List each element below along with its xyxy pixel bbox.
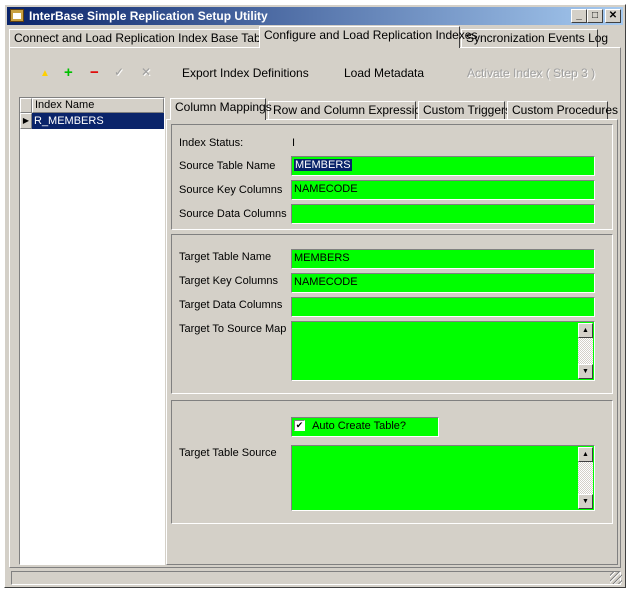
title-bar[interactable]: InterBase Simple Replication Setup Utili… <box>7 7 623 25</box>
minimize-button[interactable]: _ <box>571 9 587 23</box>
auto-create-table-checkbox[interactable]: ✔ Auto Create Table? <box>291 417 439 437</box>
target-data-columns-field[interactable] <box>291 297 595 317</box>
load-metadata-button[interactable]: Load Metadata <box>344 66 424 80</box>
target-key-columns-label: Target Key Columns <box>179 275 279 287</box>
app-icon <box>10 9 24 22</box>
target-data-columns-label: Target Data Columns <box>179 299 283 311</box>
tab-sync-events-log[interactable]: Syncronization Events Log <box>461 29 608 48</box>
index-status-label: Index Status: <box>179 137 244 149</box>
target-to-source-map-field[interactable]: ▲ ▼ <box>291 321 595 381</box>
index-name-header[interactable]: Index Name <box>32 98 164 113</box>
remove-icon[interactable]: − <box>90 64 99 81</box>
source-data-columns-field[interactable] <box>291 204 595 224</box>
configure-tab-page: ▲ + − ✓ ✕ Export Index Definitions Load … <box>9 47 621 568</box>
source-group: Index Status: I Source Table Name MEMBER… <box>171 124 613 230</box>
target-group: Target Table Name MEMBERS Target Key Col… <box>171 234 613 394</box>
auto-create-table-label: Auto Create Table? <box>312 420 407 432</box>
close-button[interactable]: ✕ <box>605 9 621 23</box>
tab-row-column-expressions[interactable]: Row and Column Expressions <box>268 101 434 120</box>
window-title: InterBase Simple Replication Setup Utili… <box>29 9 268 23</box>
resize-grip-icon[interactable] <box>610 572 622 584</box>
tab-column-mappings[interactable]: Column Mappings <box>170 98 272 120</box>
cancel-edit-icon[interactable]: ✕ <box>141 65 151 79</box>
index-status-value: I <box>292 137 296 149</box>
tab-custom-procedures[interactable]: Custom Procedures <box>507 101 618 120</box>
target-table-name-label: Target Table Name <box>179 251 272 263</box>
scroll-up-button[interactable]: ▲ <box>578 323 593 338</box>
checkbox-check-icon[interactable]: ✔ <box>294 420 305 431</box>
export-index-definitions-button[interactable]: Export Index Definitions <box>182 66 309 80</box>
source-key-columns-label: Source Key Columns <box>179 184 283 196</box>
source-table-name-label: Source Table Name <box>179 160 276 172</box>
maximize-button[interactable]: □ <box>587 9 603 23</box>
status-bar <box>11 571 621 585</box>
scroll-up-button[interactable]: ▲ <box>578 447 593 462</box>
target-to-source-map-label: Target To Source Map <box>179 323 287 335</box>
scroll-down-button[interactable]: ▼ <box>578 494 593 509</box>
target-table-name-field[interactable]: MEMBERS <box>291 249 595 269</box>
index-grid[interactable]: Index Name ▶ R_MEMBERS <box>19 97 165 565</box>
tab-configure-indexes[interactable]: Configure and Load Replication Indexes <box>259 26 477 48</box>
column-mappings-page: Index Status: I Source Table Name MEMBER… <box>166 119 618 565</box>
row-indicator-icon: ▶ <box>20 113 32 129</box>
move-up-icon[interactable]: ▲ <box>40 68 50 79</box>
table-source-scrollbar[interactable]: ▲ ▼ <box>578 447 593 509</box>
add-icon[interactable]: + <box>64 64 73 81</box>
source-key-columns-field[interactable]: NAMECODE <box>291 180 595 200</box>
scroll-down-button[interactable]: ▼ <box>578 364 593 379</box>
tab-custom-triggers[interactable]: Custom Triggers <box>418 101 511 120</box>
app-window: InterBase Simple Replication Setup Utili… <box>4 4 626 588</box>
target-table-source-field[interactable]: ▲ ▼ <box>291 445 595 511</box>
grid-corner <box>20 98 32 113</box>
source-table-name-field[interactable]: MEMBERS <box>291 156 595 176</box>
target-key-columns-field[interactable]: NAMECODE <box>291 273 595 293</box>
tab-connect-load[interactable]: Connect and Load Replication Index Base … <box>9 29 270 48</box>
target-table-source-label: Target Table Source <box>179 447 277 459</box>
map-scrollbar[interactable]: ▲ ▼ <box>578 323 593 379</box>
source-data-columns-label: Source Data Columns <box>179 208 287 220</box>
create-table-group: ✔ Auto Create Table? Target Table Source… <box>171 400 613 524</box>
activate-index-button[interactable]: Activate Index ( Step 3 ) <box>467 66 595 80</box>
index-row[interactable]: R_MEMBERS <box>32 113 164 129</box>
post-check-icon[interactable]: ✓ <box>114 65 124 79</box>
